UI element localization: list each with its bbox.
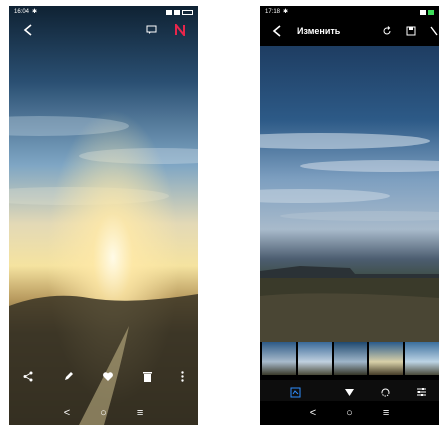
- gear-status-icon: ✱: [283, 9, 289, 15]
- more-icon[interactable]: [430, 26, 438, 36]
- filter-thumb[interactable]: [369, 342, 404, 375]
- landscape-photo: [260, 46, 439, 342]
- n-logo-icon[interactable]: [174, 24, 186, 36]
- mute-icon: [166, 9, 172, 15]
- nav-back-button[interactable]: <: [310, 407, 316, 419]
- chat-icon[interactable]: [146, 25, 157, 35]
- gear-status-icon: ✱: [32, 9, 38, 15]
- filter-strip: [260, 342, 439, 377]
- nav-menu-button[interactable]: ≡: [137, 407, 143, 419]
- system-nav-bar: < ○ ≡: [9, 401, 198, 425]
- back-arrow-icon[interactable]: [23, 24, 33, 36]
- photo-viewer-screen: 16:04 ✱ < ○ ≡: [9, 6, 198, 425]
- filter-thumb[interactable]: [262, 342, 296, 375]
- save-icon[interactable]: [406, 26, 416, 36]
- filter-thumb[interactable]: [333, 342, 368, 375]
- nav-home-button[interactable]: ○: [346, 407, 353, 419]
- viewer-actions: [9, 366, 198, 386]
- adjust-sliders-icon[interactable]: [416, 387, 427, 397]
- more-vertical-icon[interactable]: [180, 370, 184, 382]
- signal-icon: [420, 9, 426, 15]
- sunset-photo: [9, 6, 198, 425]
- rotate-crop-icon[interactable]: [380, 387, 391, 398]
- battery-icon: [182, 9, 193, 15]
- status-bar: 16:04 ✱: [9, 6, 198, 18]
- status-bar: 17:18 ✱: [260, 6, 439, 18]
- status-time: 17:18: [265, 9, 281, 15]
- wifi-icon: [428, 9, 434, 15]
- viewer-top-bar: [9, 18, 198, 44]
- back-arrow-icon[interactable]: [272, 25, 282, 37]
- nav-menu-button[interactable]: ≡: [383, 407, 389, 419]
- status-time: 16:04: [14, 9, 30, 15]
- rotate-reset-icon[interactable]: [382, 26, 392, 36]
- filter-thumb[interactable]: [297, 342, 332, 375]
- system-nav-bar: < ○ ≡: [260, 401, 439, 425]
- editor-top-bar: Изменить: [260, 18, 439, 44]
- heart-icon[interactable]: [102, 371, 114, 382]
- nav-back-button[interactable]: <: [64, 407, 70, 419]
- share-icon[interactable]: [23, 371, 34, 382]
- signal-icon: [174, 9, 180, 15]
- filter-triangle-icon[interactable]: [344, 388, 355, 397]
- edit-pencil-icon[interactable]: [63, 371, 74, 382]
- nav-home-button[interactable]: ○: [100, 407, 107, 419]
- page-title: Изменить: [297, 26, 341, 36]
- trash-icon[interactable]: [143, 371, 153, 382]
- filter-thumb[interactable]: [405, 342, 439, 375]
- photo-editor-screen: 17:18 ✱ Изменить < ○ ≡: [260, 6, 439, 425]
